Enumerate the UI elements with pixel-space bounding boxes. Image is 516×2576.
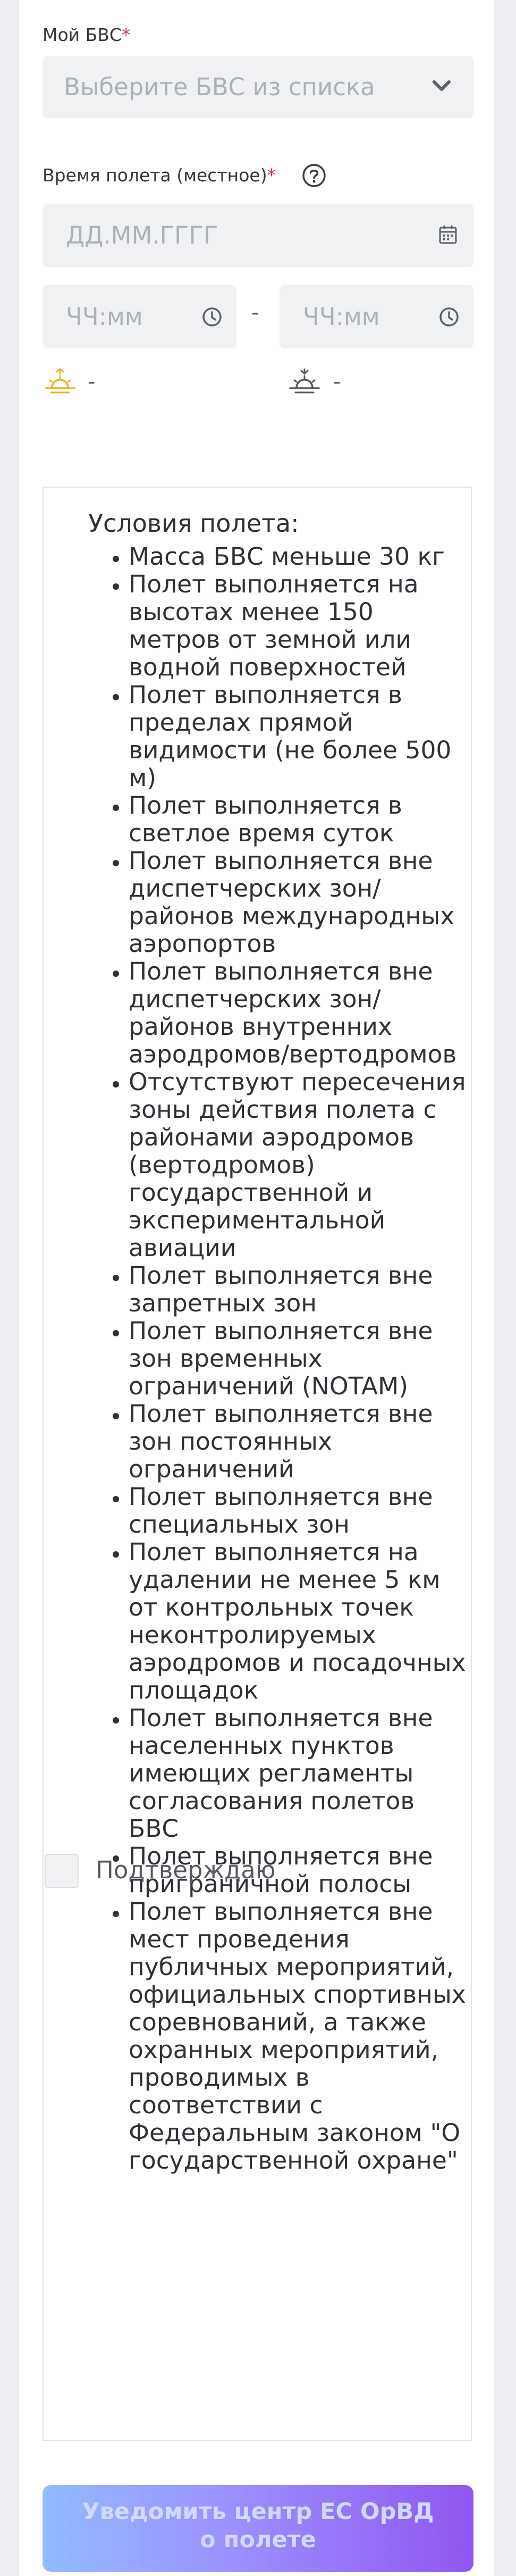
drone-select-placeholder: Выберите БВС из списка [64,73,375,101]
date-placeholder: ДД.ММ.ГГГГ [66,221,218,249]
drone-label: Мой БВС* [43,24,130,45]
flight-conditions-box: Условия полета: Масса БВС меньше 30 кг П… [43,487,472,2441]
flight-conditions-title: Условия полета: [88,509,299,538]
condition-item: Полет выполняется вне запретных зон [129,1262,469,1317]
flight-time-label-text: Время полета (местное) [43,165,267,186]
time-separator: - [251,300,259,325]
required-mark: * [267,165,276,186]
flight-conditions-list: Масса БВС меньше 30 кг Полет выполняется… [88,543,469,2174]
condition-item: Полет выполняется вне специальных зон [129,1483,469,1538]
clock-icon [202,307,222,329]
date-input[interactable]: ДД.ММ.ГГГГ [43,204,473,267]
confirm-label[interactable]: Подтверждаю [96,1856,276,1884]
condition-item: Полет выполняется вне зон временных огра… [129,1317,469,1400]
condition-item: Полет выполняется вне диспетчерских зон/… [129,958,469,1068]
sunset-value: - [333,370,341,394]
calendar-icon[interactable] [439,225,457,246]
clock-icon [439,307,459,329]
condition-item: Масса БВС меньше 30 кг [129,543,469,571]
sunrise-icon [45,368,75,399]
condition-item: Полет выполняется в светлое время суток [129,792,469,847]
notify-atc-button[interactable]: Уведомить центр ЕС ОрВД о полете [43,2485,473,2572]
condition-item: Полет выполняется вне зон постоянных огр… [129,1400,469,1483]
condition-item: Полет выполняется на высотах менее 150 м… [129,571,469,681]
confirm-checkbox[interactable] [45,1854,79,1888]
time-end-input[interactable]: ЧЧ:мм [280,285,473,348]
time-start-placeholder: ЧЧ:мм [66,303,143,331]
condition-item: Полет выполняется в пределах прямой види… [129,681,469,792]
required-mark: * [121,24,131,45]
drone-label-text: Мой БВС [43,24,122,45]
condition-item: Отсутствуют пересечения зоны действия по… [129,1068,469,1262]
condition-item: Полет выполняется вне диспетчерских зон/… [129,847,469,958]
sunset-icon [289,368,320,399]
question-circle-icon[interactable] [301,163,327,190]
time-end-placeholder: ЧЧ:мм [303,303,380,331]
chevron-down-icon [432,79,451,95]
time-start-input[interactable]: ЧЧ:мм [43,285,236,348]
condition-item: Полет выполняется вне населенных пунктов… [129,1704,469,1843]
flight-time-label: Время полета (местное)* [43,165,276,186]
condition-item: Полет выполняется на удалении не менее 5… [129,1538,469,1704]
condition-item: Полет выполняется вне мест проведения пу… [129,1898,469,2174]
drone-select[interactable]: Выберите БВС из списка [43,56,473,118]
sunrise-value: - [88,370,96,394]
